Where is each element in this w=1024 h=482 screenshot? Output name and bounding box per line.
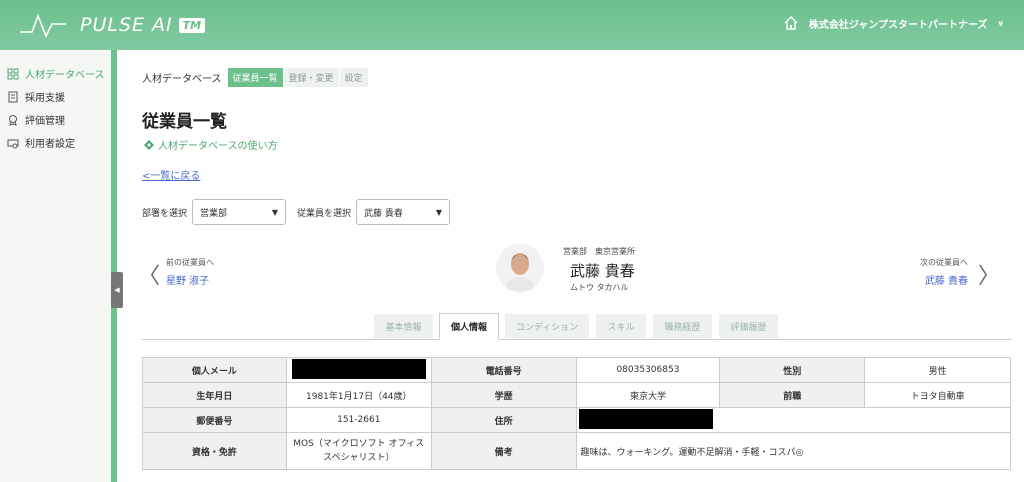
sidebar-item-database[interactable]: 人材データベース: [0, 62, 111, 85]
zip-header: 郵便番号: [142, 407, 287, 433]
next-employee-name[interactable]: 武藤 貴春: [918, 272, 968, 287]
breadcrumb: 人材データベース 従業員一覧 登録・変更 設定: [142, 68, 369, 87]
employee-select-value: 武藤 貴春: [364, 208, 403, 219]
tab-settings[interactable]: 設定: [339, 68, 368, 87]
redacted-block: [578, 408, 713, 429]
phone-value: 08035306853: [575, 357, 721, 383]
caret-down-icon: ▼: [435, 207, 443, 217]
logo[interactable]: PULSE AI TM: [18, 10, 206, 40]
tab-skill[interactable]: スキル: [596, 314, 646, 338]
employee-select[interactable]: 武藤 貴春 ▼: [356, 199, 451, 225]
detail-tabs: 基本情報 個人情報 コンディション スキル 職務経歴 評価履歴: [142, 313, 1012, 340]
personal-email-header: 個人メール: [142, 357, 287, 383]
logo-text: PULSE AI: [80, 14, 173, 36]
tab-employee-list[interactable]: 従業員一覧: [227, 68, 283, 87]
phone-header: 電話番号: [430, 357, 577, 383]
zip-value: 151-2661: [285, 407, 432, 433]
note-value: 趣味は、ウォーキング。運動不足解消・手軽・コスパ◎: [575, 432, 1012, 470]
sidebar-item-evaluation[interactable]: 評価管理: [0, 108, 111, 131]
certification-value: MOS（マイクロソフト オフィス スペシャリスト）: [285, 432, 432, 470]
dept-filter-label: 部署を選択: [142, 208, 188, 219]
birth-header: 生年月日: [142, 382, 287, 408]
employee-name: 武藤 貴春: [570, 262, 635, 280]
page-title: 従業員一覧: [142, 112, 227, 132]
sidebar-item-recruit[interactable]: 採用支援: [0, 85, 111, 108]
sidebar-item-label: 人材データベース: [25, 70, 105, 81]
pulse-logo-icon: [20, 13, 66, 38]
dept-select[interactable]: 営業部 ▼: [192, 199, 287, 225]
app-header: PULSE AI TM 株式会社ジャンプスタートパートナーズ ∨: [0, 0, 1024, 50]
address-value: [575, 407, 1012, 433]
personal-email-value: [285, 357, 432, 383]
tab-basic-info[interactable]: 基本情報: [374, 314, 433, 338]
badge-icon: [7, 114, 19, 126]
document-icon: [7, 91, 19, 103]
education-header: 学歴: [430, 382, 577, 408]
prev-employee-label: 前の従業員へ: [166, 258, 214, 267]
chevron-down-icon: ∨: [997, 18, 1005, 28]
table-row: 生年月日 1981年1月17日（44歳） 学歴 東京大学 前職 トヨタ自動車: [142, 382, 1011, 408]
caret-down-icon: ▼: [271, 207, 279, 217]
database-icon: [7, 68, 19, 80]
note-header: 備考: [430, 432, 577, 470]
company-menu[interactable]: 株式会社ジャンプスタートパートナーズ ∨: [783, 15, 1004, 31]
sidebar-collapse-button[interactable]: ◀: [111, 272, 123, 308]
prev-employee[interactable]: 前の従業員へ 星野 淑子: [166, 257, 214, 287]
personal-info-table: 個人メール 電話番号 08035306853 性別 男性 生年月日 1981年1…: [142, 357, 1012, 470]
next-employee[interactable]: 次の従業員へ 武藤 貴春: [918, 257, 968, 287]
company-name: 株式会社ジャンプスタートパートナーズ: [808, 19, 988, 31]
table-row: 資格・免許 MOS（マイクロソフト オフィス スペシャリスト） 備考 趣味は、ウ…: [142, 432, 1012, 470]
back-to-list-link[interactable]: <一覧に戻る: [142, 167, 200, 182]
education-value: 東京大学: [575, 382, 721, 408]
sidebar: 人材データベース 採用支援 評価管理 利用者設定: [0, 50, 117, 482]
birth-value: 1981年1月17日（44歳）: [285, 382, 432, 408]
tab-career[interactable]: 職務経歴: [653, 314, 712, 338]
tab-condition[interactable]: コンディション: [505, 314, 589, 338]
table-row: 個人メール 電話番号 08035306853 性別 男性: [142, 357, 1011, 383]
next-arrow-icon[interactable]: 〉: [978, 258, 1000, 290]
table-row: 郵便番号 151-2661 住所: [142, 407, 1012, 433]
settings-card-icon: [7, 137, 19, 149]
sidebar-item-user-settings[interactable]: 利用者設定: [0, 131, 111, 154]
howto-link[interactable]: 人材データベースの使い方: [144, 137, 278, 152]
tab-evaluation-history[interactable]: 評価履歴: [719, 314, 778, 338]
avatar: [496, 244, 544, 292]
employee-filter-label: 従業員を選択: [297, 208, 352, 219]
breadcrumb-title: 人材データベース: [142, 74, 222, 85]
sidebar-item-label: 採用支援: [25, 93, 65, 104]
tab-personal-info[interactable]: 個人情報: [439, 313, 499, 340]
previous-job-value: トヨタ自動車: [864, 382, 1011, 408]
sidebar-item-label: 利用者設定: [25, 139, 75, 150]
address-header: 住所: [430, 407, 577, 433]
home-icon: [784, 16, 798, 30]
employee-filter: 従業員を選択 武藤 貴春 ▼: [297, 199, 451, 225]
tab-register[interactable]: 登録・変更: [283, 68, 339, 87]
employee-department: 営業部 東京営業所: [563, 247, 635, 256]
certification-header: 資格・免許: [142, 432, 287, 470]
previous-job-header: 前職: [719, 382, 866, 408]
trademark-badge: TM: [178, 17, 206, 33]
dept-filter: 部署を選択 営業部 ▼: [142, 199, 287, 225]
next-employee-label: 次の従業員へ: [920, 258, 968, 267]
diamond-icon: [144, 139, 154, 150]
redacted-block: [291, 358, 426, 379]
prev-arrow-icon[interactable]: 〈: [138, 258, 160, 290]
gender-header: 性別: [719, 357, 866, 383]
gender-value: 男性: [864, 357, 1011, 383]
employee-kana: ムトウ タカハル: [570, 283, 629, 292]
sidebar-item-label: 評価管理: [25, 116, 65, 127]
howto-label: 人材データベースの使い方: [158, 141, 278, 152]
prev-employee-name[interactable]: 星野 淑子: [166, 272, 214, 287]
dept-select-value: 営業部: [200, 208, 228, 219]
